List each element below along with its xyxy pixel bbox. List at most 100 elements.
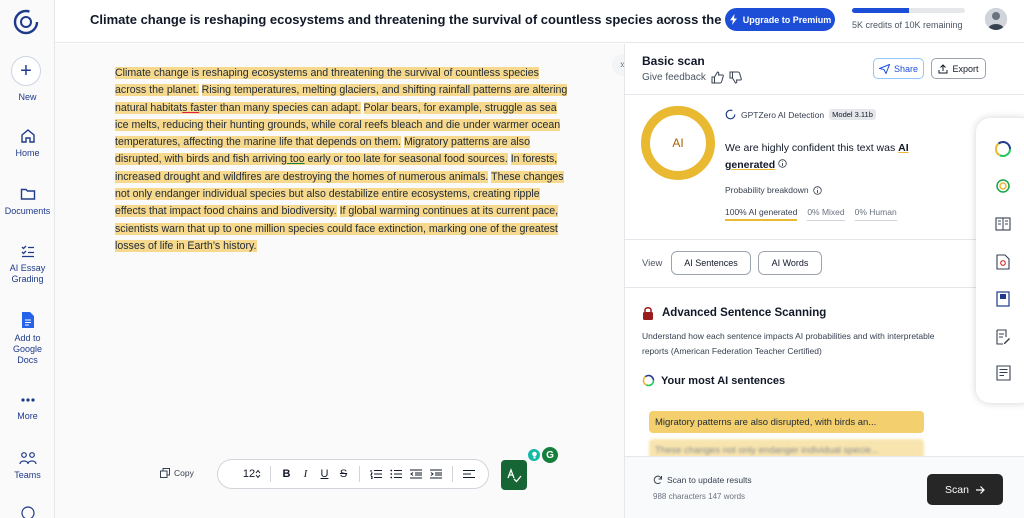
source-finder-tool-icon[interactable] xyxy=(994,253,1012,271)
upgrade-label: Upgrade to Premium xyxy=(742,14,832,25)
spelling-flag[interactable]: s fa xyxy=(182,102,199,114)
grammarly-icon[interactable]: G xyxy=(542,447,558,463)
ai-words-button[interactable]: AI Words xyxy=(758,251,822,275)
bold-button[interactable]: B xyxy=(277,464,296,484)
ai-score-ring: AI xyxy=(641,106,715,180)
toolbar-divider xyxy=(359,466,360,482)
ai-words-label: AI Words xyxy=(771,258,809,268)
prob-ai-generated: 100% AI generated xyxy=(725,207,798,221)
ai-scan-tool-icon[interactable] xyxy=(994,140,1012,158)
thumbs-up-icon[interactable] xyxy=(711,71,724,84)
outdent-button[interactable] xyxy=(406,464,426,484)
sidebar-item-home[interactable]: Home xyxy=(0,128,55,159)
numbered-list-button[interactable] xyxy=(366,464,386,484)
plus-icon: + xyxy=(20,59,32,82)
italic-button[interactable]: I xyxy=(296,464,315,484)
sidebar-item-label: Documents xyxy=(4,206,51,216)
detection-label: GPTZero AI Detection xyxy=(741,109,825,120)
gptzero-logo[interactable] xyxy=(12,8,40,36)
ai-sentence-card[interactable]: Migratory patterns are also disrupted, w… xyxy=(649,411,924,433)
edit-document-tool-icon[interactable] xyxy=(994,328,1012,346)
top-header: Climate change is reshaping ecosystems a… xyxy=(55,0,1024,43)
divider xyxy=(625,94,1024,95)
checklist-tool-icon[interactable] xyxy=(994,364,1012,382)
sidebar-item-add-to-google-docs[interactable]: Add to Google Docs xyxy=(0,311,55,366)
arrow-right-icon xyxy=(975,485,985,494)
scan-update-notice: Scan to update results xyxy=(653,475,752,485)
book-tool-icon[interactable] xyxy=(994,290,1012,308)
advanced-scanning-text: Advanced Sentence Scanning xyxy=(662,307,827,319)
feedback-row: Give feedback xyxy=(642,71,742,84)
scan-results-panel: Basic scan Give feedback Share Export AI… xyxy=(624,44,1024,518)
font-size-value: 12 xyxy=(242,468,256,480)
avatar[interactable] xyxy=(985,8,1007,30)
bullet-list-icon xyxy=(390,469,402,479)
align-button[interactable] xyxy=(459,464,479,484)
indent-button[interactable] xyxy=(426,464,446,484)
outdent-icon xyxy=(410,469,422,479)
home-icon xyxy=(20,129,35,143)
advanced-scanning-title: Advanced Sentence Scanning xyxy=(642,306,826,320)
document-editor[interactable]: Climate change is reshaping ecosystems a… xyxy=(55,44,624,518)
toolbar-divider xyxy=(452,466,453,482)
advanced-scanning-desc: Understand how each sentence impacts AI … xyxy=(642,331,935,356)
export-icon xyxy=(938,63,948,73)
scan-footer: Scan to update results 988 characters 14… xyxy=(625,456,1024,518)
folder-icon xyxy=(20,188,35,200)
top-ai-sentences-text: Your most AI sentences xyxy=(661,374,786,387)
ai-sentences-button[interactable]: AI Sentences xyxy=(671,251,751,275)
spellcheck-icon xyxy=(507,468,522,483)
probability-breakdown: 100% AI generated 0% Mixed 0% Human xyxy=(725,207,897,221)
help-icon[interactable] xyxy=(0,506,55,518)
new-button[interactable]: + xyxy=(11,56,41,86)
extension-bulb-icon[interactable] xyxy=(528,449,540,461)
divider xyxy=(625,239,980,240)
refresh-icon xyxy=(653,475,662,485)
sidebar-item-ai-essay-grading[interactable]: AI Essay Grading xyxy=(0,243,55,285)
plagiarism-tool-icon[interactable] xyxy=(994,177,1012,195)
align-left-icon xyxy=(463,470,475,478)
chevron-down-icon[interactable] xyxy=(665,13,677,25)
sidebar-item-documents[interactable]: Documents xyxy=(0,186,55,217)
scan-button[interactable]: Scan xyxy=(927,474,1003,505)
gptzero-small-icon xyxy=(725,109,736,120)
underline-button[interactable]: U xyxy=(315,464,334,484)
export-label: Export xyxy=(952,63,979,74)
spell-check-button[interactable] xyxy=(501,460,527,490)
export-button[interactable]: Export xyxy=(931,58,986,79)
sentence-part: ster than many species can adapt. xyxy=(199,101,361,114)
credits-progress-fill xyxy=(852,8,909,13)
sidebar-item-new[interactable]: New xyxy=(0,92,55,103)
sidebar-item-label: New xyxy=(18,92,37,102)
thumbs-down-icon[interactable] xyxy=(729,71,742,84)
reader-tool-icon[interactable] xyxy=(994,215,1012,233)
copy-label: Copy xyxy=(174,468,194,478)
bolt-icon xyxy=(729,14,737,25)
info-icon[interactable] xyxy=(778,159,787,168)
ai-ring-label: AI xyxy=(672,136,684,150)
document-title[interactable]: Climate change is reshaping ecosystems a… xyxy=(90,12,721,27)
app-window: + New Home Documents AI Essay Grading Ad… xyxy=(0,0,1024,518)
document-text[interactable]: Climate change is reshaping ecosystems a… xyxy=(115,65,570,255)
top-ai-sentences-title: Your most AI sentences xyxy=(642,374,785,387)
copy-button[interactable]: Copy xyxy=(160,468,194,478)
grammar-flag[interactable]: too xyxy=(287,153,305,165)
extension-icons: G xyxy=(528,447,558,463)
sentence-part: early or too late for seasonal food sour… xyxy=(304,153,508,166)
view-label: View xyxy=(642,258,663,269)
left-sidebar: + New Home Documents AI Essay Grading Ad… xyxy=(0,0,55,518)
probability-breakdown-label: Probability breakdown xyxy=(725,185,822,195)
scan-title: Basic scan xyxy=(642,54,705,68)
teams-icon xyxy=(18,452,37,465)
bullet-list-button[interactable] xyxy=(386,464,406,484)
ai-sentences-label: AI Sentences xyxy=(684,258,738,268)
upgrade-button[interactable]: Upgrade to Premium xyxy=(725,8,835,31)
font-size-select[interactable]: 12 xyxy=(240,464,264,484)
share-button[interactable]: Share xyxy=(873,58,924,79)
strikethrough-button[interactable]: S xyxy=(334,464,353,484)
sidebar-item-teams[interactable]: Teams xyxy=(0,450,55,481)
info-icon[interactable] xyxy=(812,185,822,195)
lock-icon xyxy=(643,307,653,320)
sidebar-item-more[interactable]: More xyxy=(0,393,55,422)
toolbar-divider xyxy=(270,466,271,482)
